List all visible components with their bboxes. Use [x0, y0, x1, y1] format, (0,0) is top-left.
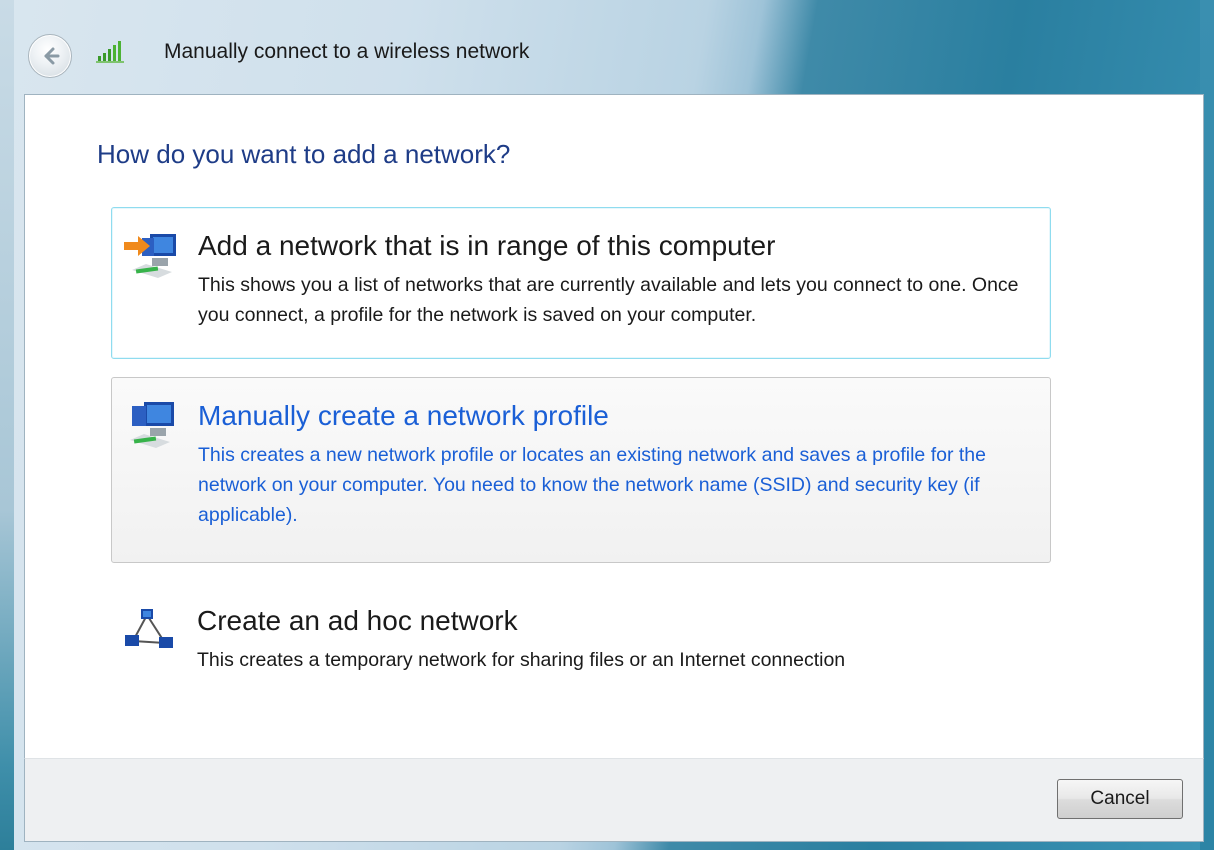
wireless-signal-icon — [96, 41, 124, 63]
option-description: This creates a temporary network for sha… — [197, 649, 846, 671]
dialog-content: How do you want to add a network? Add a … — [24, 94, 1204, 759]
network-add-icon — [124, 234, 176, 278]
window-title: Manually connect to a wireless network — [164, 40, 530, 63]
option-title: Manually create a network profile — [198, 400, 609, 431]
ad-hoc-network-icon — [125, 609, 173, 648]
title-bar: Manually connect to a wireless network — [14, 8, 1200, 94]
page-heading: How do you want to add a network? — [97, 139, 511, 169]
back-arrow-icon — [44, 47, 60, 65]
option-description: This creates a new network profile or lo… — [198, 444, 986, 526]
option-title: Add a network that is in range of this c… — [198, 230, 776, 261]
network-profile-icon — [130, 402, 174, 448]
option-manually-create-profile[interactable]: Manually create a network profile This c… — [111, 377, 1051, 563]
dialog-footer: Cancel — [24, 758, 1204, 842]
option-add-network-in-range[interactable]: Add a network that is in range of this c… — [111, 207, 1051, 359]
option-create-ad-hoc-network[interactable]: Create an ad hoc network This creates a … — [111, 595, 1051, 685]
option-description: This shows you a list of networks that a… — [198, 274, 1019, 326]
option-title: Create an ad hoc network — [197, 605, 518, 636]
back-button[interactable] — [28, 34, 72, 78]
cancel-button[interactable]: Cancel — [1057, 779, 1183, 819]
